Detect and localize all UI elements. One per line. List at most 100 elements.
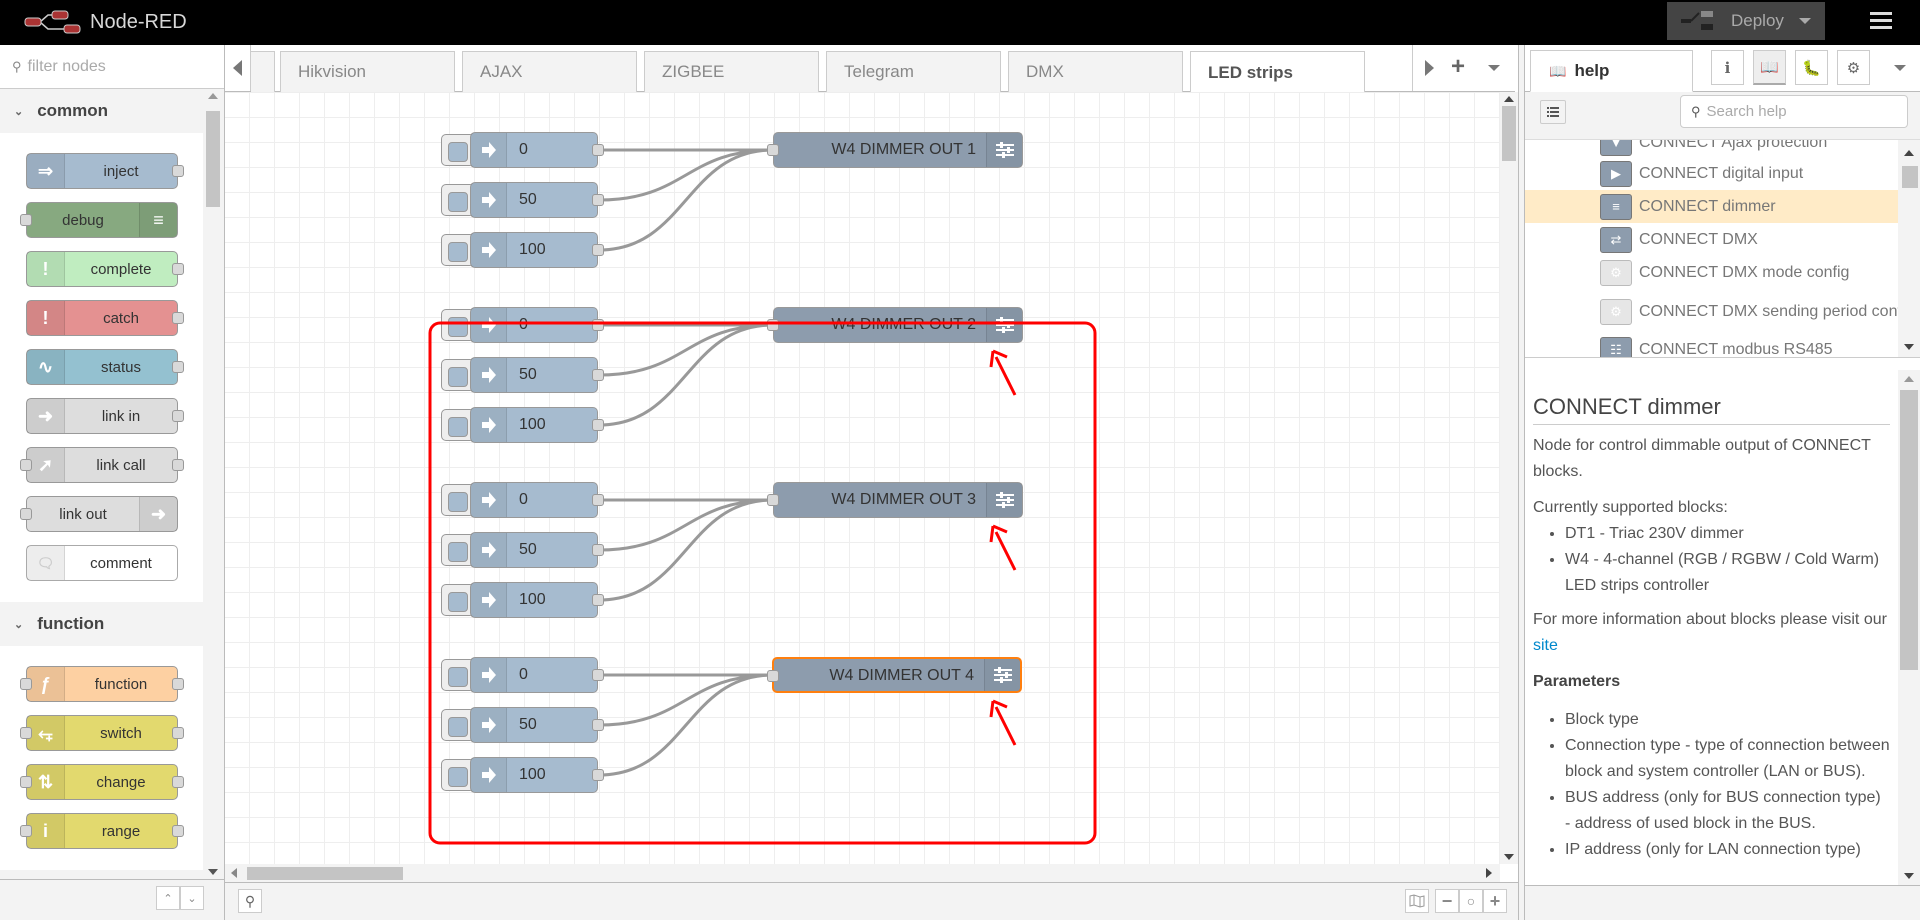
- tab-telegram[interactable]: Telegram: [826, 51, 1001, 92]
- output-port[interactable]: [592, 319, 604, 331]
- help-list-item[interactable]: ⚙ CONNECT DMX mode config: [1525, 256, 1898, 289]
- hamburger-menu-icon[interactable]: [1870, 12, 1892, 30]
- flow-canvas[interactable]: W4 DIMMER OUT 1 0 50 100 W4 DIMMER OUT 2 0 50 1…: [225, 92, 1500, 864]
- scroll-thumb[interactable]: [1502, 106, 1516, 161]
- tab-unnamed[interactable]: [251, 51, 275, 92]
- palette-scrollbar[interactable]: [203, 89, 223, 879]
- inject-node[interactable]: 0: [441, 482, 604, 518]
- flow-list-dropdown-icon[interactable]: [1488, 65, 1500, 71]
- scroll-left-icon[interactable]: [231, 868, 237, 878]
- inject-node[interactable]: 50: [441, 707, 604, 743]
- palette-node-complete[interactable]: ! complete: [26, 251, 184, 287]
- output-port[interactable]: [592, 544, 604, 556]
- input-port[interactable]: [767, 144, 779, 156]
- dimmer-node[interactable]: W4 DIMMER OUT 3: [767, 482, 1023, 518]
- output-port[interactable]: [592, 594, 604, 606]
- palette-category-common[interactable]: ⌄ common: [0, 89, 203, 133]
- inject-node[interactable]: 0: [441, 132, 604, 168]
- scroll-up-icon[interactable]: [208, 93, 218, 99]
- inject-node[interactable]: 100: [441, 407, 604, 443]
- scroll-tabs-left-button[interactable]: [225, 45, 251, 91]
- inject-node[interactable]: 0: [441, 657, 604, 693]
- canvas-horizontal-scrollbar[interactable]: [225, 864, 1500, 882]
- help-list-item[interactable]: ⇄ CONNECT DMX: [1525, 223, 1898, 256]
- expand-all-icon[interactable]: ⌄: [180, 886, 204, 910]
- inject-node[interactable]: 50: [441, 532, 604, 568]
- palette-node-debug[interactable]: debug ≡: [20, 202, 178, 238]
- site-link[interactable]: site: [1533, 637, 1558, 654]
- help-list-item[interactable]: ▶ CONNECT digital input: [1525, 157, 1898, 190]
- help-list-item[interactable]: ≡ CONNECT dimmer: [1525, 190, 1898, 223]
- output-port[interactable]: [592, 769, 604, 781]
- help-list-item[interactable]: ☷ CONNECT modbus RS485: [1525, 333, 1898, 357]
- scroll-thumb[interactable]: [247, 867, 403, 880]
- input-port[interactable]: [767, 670, 779, 682]
- tab-help[interactable]: 📖 help: [1530, 50, 1693, 92]
- canvas-vertical-scrollbar[interactable]: [1500, 92, 1518, 864]
- dimmer-node[interactable]: W4 DIMMER OUT 4: [767, 657, 1022, 693]
- output-port[interactable]: [592, 669, 604, 681]
- add-flow-button[interactable]: +: [1451, 53, 1465, 81]
- deploy-dropdown-caret-icon[interactable]: [1799, 18, 1811, 24]
- toggle-tree-button[interactable]: [1540, 100, 1566, 124]
- wire[interactable]: [598, 148, 774, 202]
- output-port[interactable]: [592, 419, 604, 431]
- scroll-tabs-right-button[interactable]: [1425, 60, 1434, 76]
- scroll-down-icon[interactable]: [1504, 854, 1514, 860]
- scroll-down-icon[interactable]: [208, 869, 218, 875]
- zoom-in-icon[interactable]: +: [1483, 889, 1507, 913]
- palette-node-link-out[interactable]: link out ➜: [20, 496, 178, 532]
- help-content-scrollbar[interactable]: [1898, 370, 1920, 885]
- scroll-up-icon[interactable]: [1504, 96, 1514, 102]
- wire[interactable]: [598, 148, 774, 252]
- scroll-thumb[interactable]: [206, 111, 220, 207]
- inject-node[interactable]: 100: [441, 232, 604, 268]
- palette-node-range[interactable]: i range: [20, 813, 184, 849]
- inject-node[interactable]: 0: [441, 307, 604, 343]
- deploy-button[interactable]: Deploy: [1667, 2, 1825, 40]
- palette-node-change[interactable]: ⇅ change: [20, 764, 184, 800]
- sidebar-tabs-dropdown-icon[interactable]: [1894, 65, 1906, 71]
- output-port[interactable]: [592, 494, 604, 506]
- help-list-scrollbar[interactable]: [1898, 140, 1920, 357]
- zoom-out-icon[interactable]: −: [1435, 889, 1459, 913]
- wire[interactable]: [598, 498, 774, 602]
- tab-dmx[interactable]: DMX: [1008, 51, 1183, 92]
- navigator-map-icon[interactable]: [1405, 889, 1429, 913]
- palette-category-function[interactable]: ⌄ function: [0, 602, 203, 646]
- info-tab-button[interactable]: i: [1711, 50, 1744, 85]
- wire[interactable]: [598, 673, 774, 727]
- palette-node-link-in[interactable]: ➜ link in: [26, 398, 184, 434]
- debug-tab-button[interactable]: 🐛: [1795, 50, 1828, 85]
- output-port[interactable]: [592, 369, 604, 381]
- search-flows-button[interactable]: ⚲: [238, 889, 262, 913]
- input-port[interactable]: [767, 494, 779, 506]
- tab-zigbee[interactable]: ZIGBEE: [644, 51, 819, 92]
- palette-node-inject[interactable]: ⇒ inject: [26, 153, 184, 189]
- input-port[interactable]: [767, 319, 779, 331]
- settings-tab-button[interactable]: ⚙: [1837, 50, 1870, 85]
- output-port[interactable]: [592, 194, 604, 206]
- wire[interactable]: [598, 323, 774, 377]
- palette-node-catch[interactable]: ! catch: [26, 300, 184, 336]
- palette-node-switch[interactable]: ⥆ switch: [20, 715, 184, 751]
- palette-node-status[interactable]: ∿ status: [26, 349, 184, 385]
- wire[interactable]: [598, 323, 774, 427]
- scroll-thumb[interactable]: [1902, 166, 1918, 188]
- output-port[interactable]: [592, 144, 604, 156]
- palette-node-link-call[interactable]: ➚ link call: [20, 447, 184, 483]
- scroll-thumb[interactable]: [1900, 390, 1918, 670]
- help-list-item[interactable]: ⚙ CONNECT DMX sending period config: [1525, 295, 1914, 328]
- inject-node[interactable]: 50: [441, 357, 604, 393]
- inject-node[interactable]: 100: [441, 582, 604, 618]
- zoom-reset-icon[interactable]: ○: [1459, 889, 1483, 913]
- dimmer-node[interactable]: W4 DIMMER OUT 2: [767, 307, 1023, 343]
- search-help-input[interactable]: ⚲ Search help: [1680, 95, 1908, 128]
- dimmer-node[interactable]: W4 DIMMER OUT 1: [767, 132, 1023, 168]
- inject-node[interactable]: 100: [441, 757, 604, 793]
- tab-ajax[interactable]: AJAX: [462, 51, 637, 92]
- wire[interactable]: [598, 673, 774, 777]
- filter-nodes-input[interactable]: ⚲ filter nodes: [0, 45, 224, 89]
- tab-hikvision[interactable]: Hikvision: [280, 51, 455, 92]
- help-list-item[interactable]: ▼ CONNECT Ajax protection: [1525, 140, 1898, 159]
